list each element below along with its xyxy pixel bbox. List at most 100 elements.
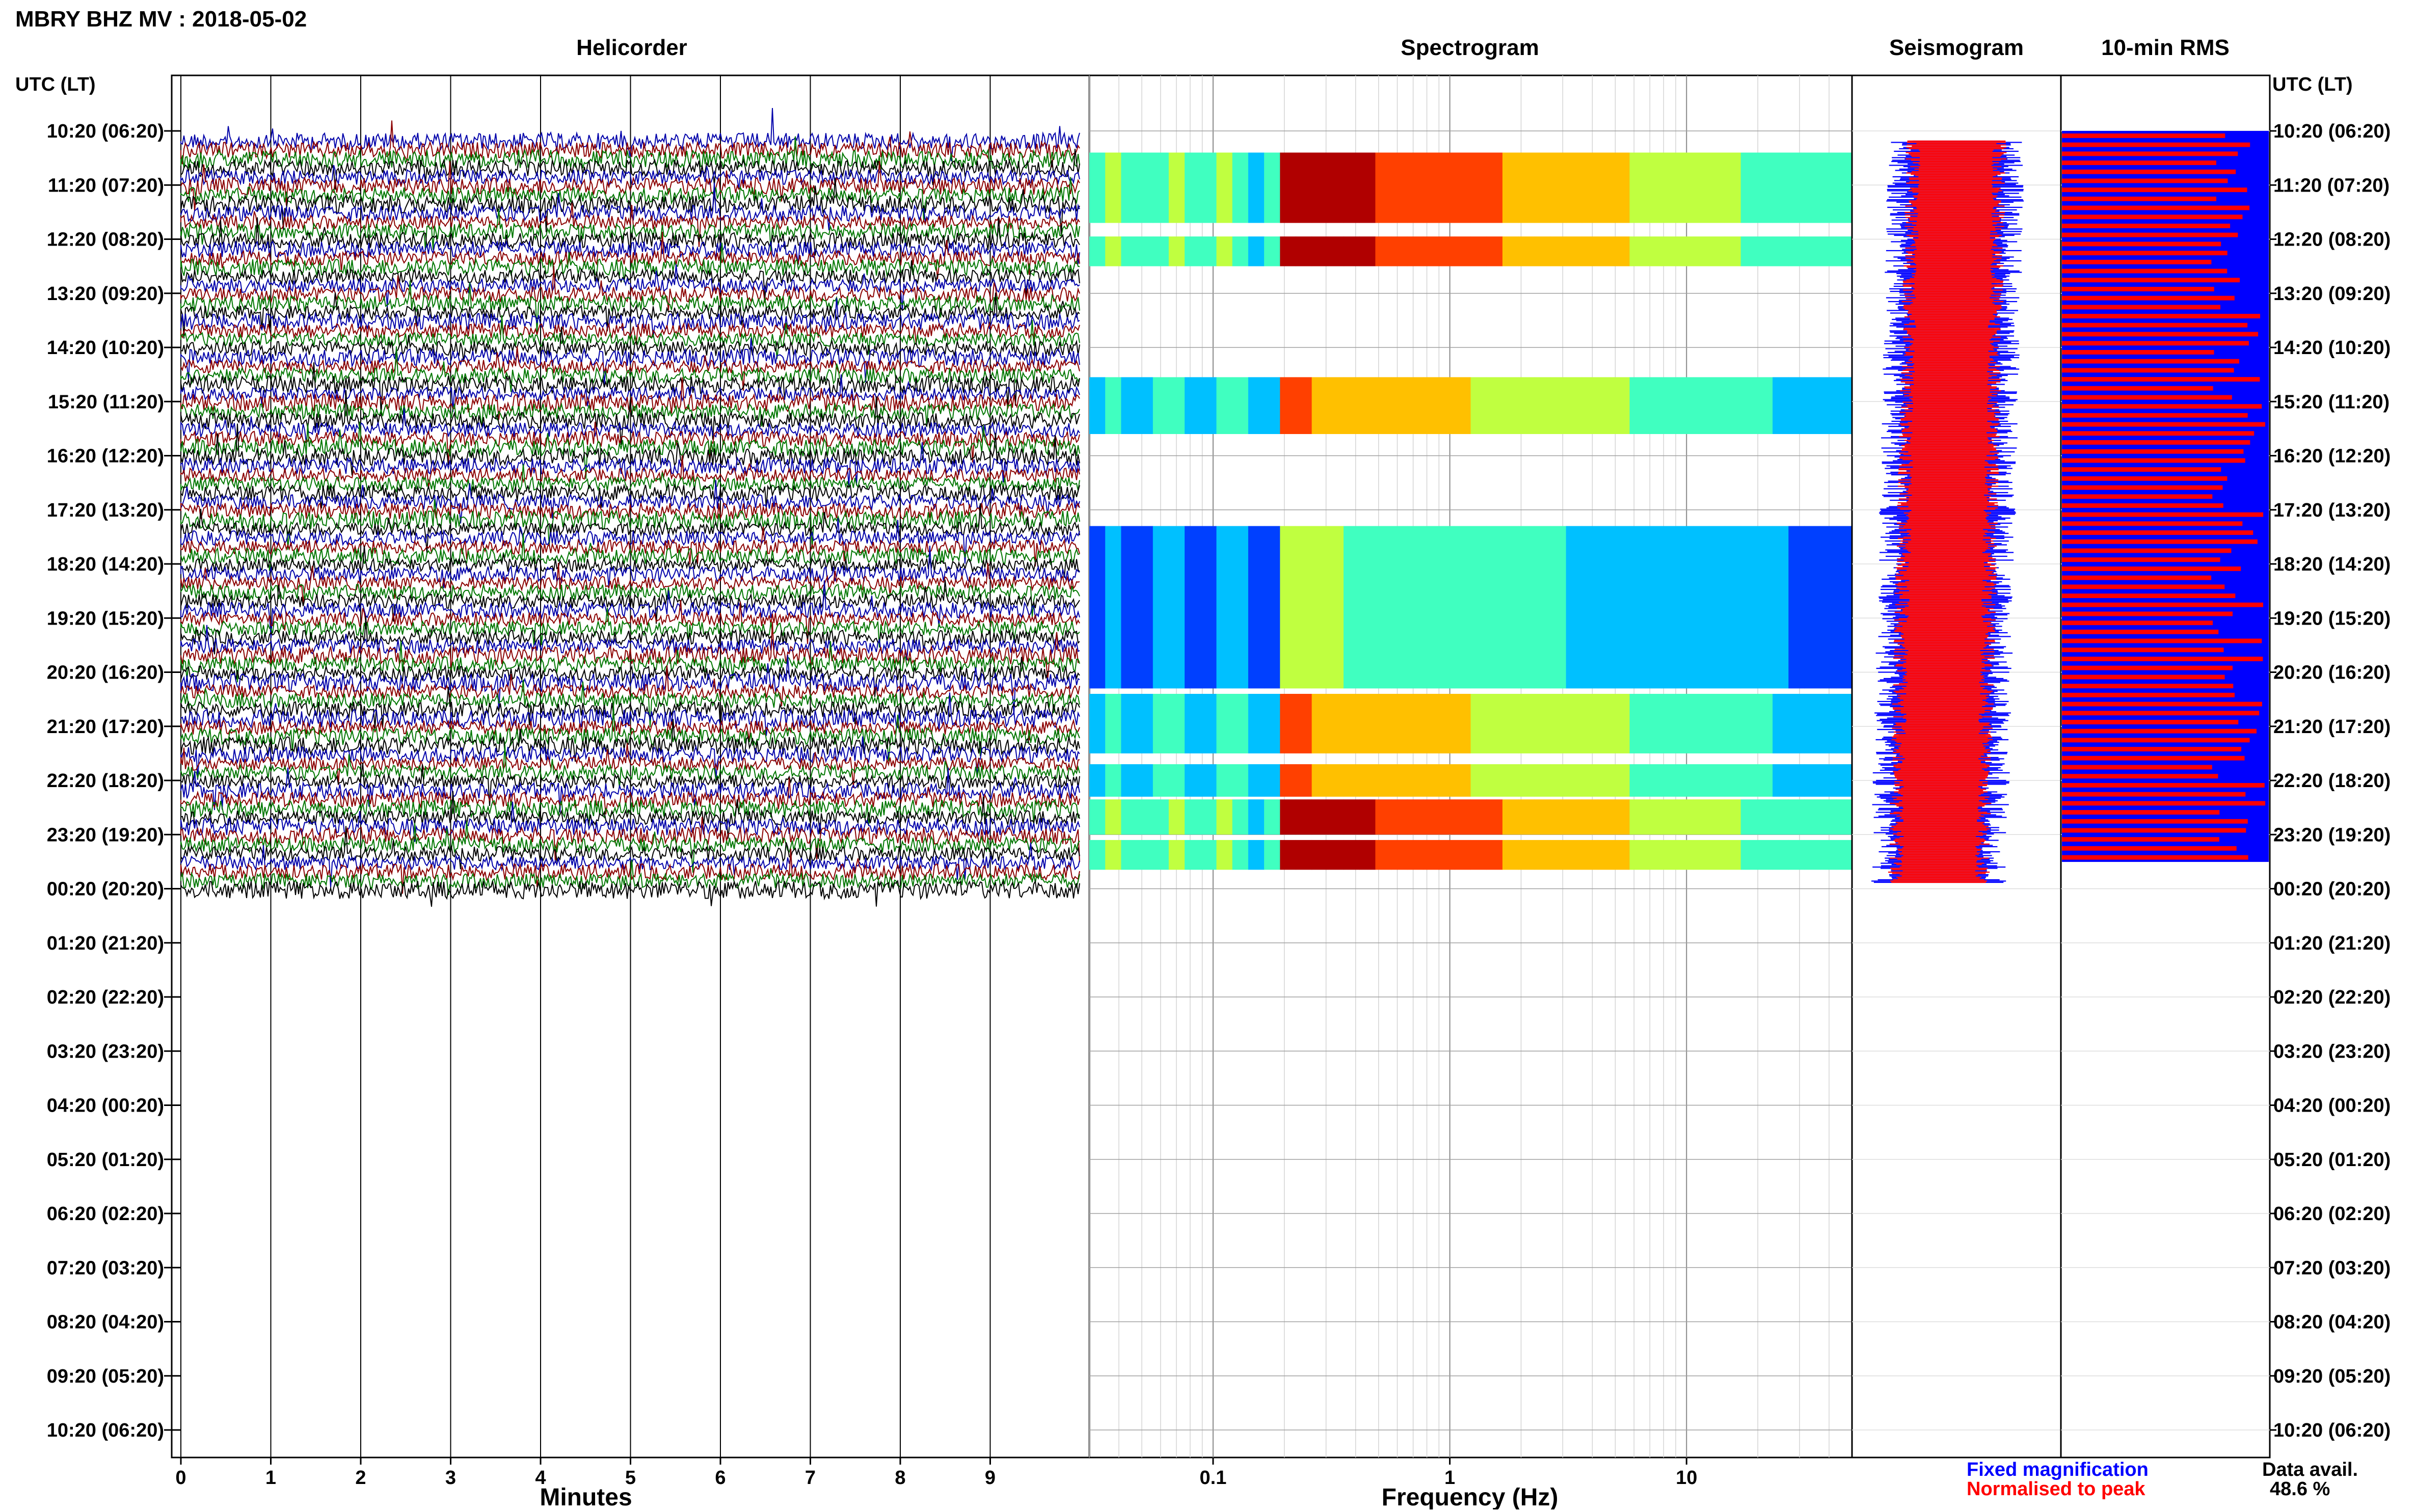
- spectrogram-cell: [1375, 526, 1392, 689]
- spectrogram-cell: [1836, 694, 1853, 753]
- spectrogram-cell: [1725, 764, 1741, 797]
- legend-fixed: Fixed magnification: [1967, 1459, 2149, 1480]
- spectrogram-cell: [1264, 764, 1280, 797]
- spectrogram-cell: [1375, 799, 1392, 835]
- spectrogram-cell: [1661, 152, 1678, 223]
- spectrogram-cell: [1756, 236, 1773, 266]
- rms-normalised-bar: [2062, 738, 2250, 743]
- spectrogram-cell: [1152, 236, 1169, 266]
- spectrogram-cell: [1248, 840, 1265, 870]
- spectrogram-cell: [1280, 152, 1296, 223]
- spectrogram-cell: [1311, 526, 1328, 689]
- time-tick-label-right: 16:20 (12:20): [2273, 446, 2391, 467]
- spectrogram-cell: [1725, 526, 1741, 689]
- spectrogram-cell: [1344, 236, 1360, 266]
- spectrogram-cell: [1550, 152, 1567, 223]
- rms-normalised-bar: [2062, 368, 2234, 373]
- spectrogram-cell: [1645, 799, 1662, 835]
- spectrogram-cell: [1581, 152, 1598, 223]
- spectrogram-cell: [1168, 694, 1185, 753]
- spectrogram-cell: [1486, 236, 1503, 266]
- time-tick-label-left: 03:20 (23:20): [47, 1041, 164, 1062]
- data-availability-value: 48.6 %: [2270, 1478, 2330, 1500]
- time-tick-label-right: 22:20 (18:20): [2273, 770, 2391, 792]
- spectrogram-cell: [1216, 377, 1233, 434]
- spectrogram-cell: [1645, 840, 1662, 870]
- spectrogram-cell: [1836, 764, 1853, 797]
- spectrogram-cell: [1264, 236, 1280, 266]
- spectrogram-cell: [1645, 526, 1662, 689]
- spectrogram-cell: [1439, 152, 1455, 223]
- spectrogram-cell: [1709, 799, 1725, 835]
- spectrogram-cell: [1121, 694, 1138, 753]
- rms-normalised-bar: [2062, 692, 2235, 697]
- spectrogram-cell: [1566, 694, 1582, 753]
- spectrogram-cell: [1327, 840, 1344, 870]
- rms-normalised-bar: [2062, 295, 2235, 301]
- spectrogram-cell: [1804, 764, 1821, 797]
- spectrogram-cell: [1232, 764, 1249, 797]
- spectrogram-cell: [1216, 840, 1233, 870]
- helicorder-title: Helicorder: [576, 35, 687, 60]
- time-tick-label-left: 20:20 (16:20): [47, 662, 164, 684]
- rms-normalised-bar: [2062, 350, 2214, 355]
- spectrogram-cell: [1470, 526, 1487, 689]
- time-tick-label-left: 22:20 (18:20): [47, 770, 164, 792]
- spectrogram-cell: [1534, 526, 1550, 689]
- time-tick-label-left: 06:20 (02:20): [47, 1203, 164, 1225]
- minute-tick-label: 6: [715, 1467, 726, 1489]
- data-availability-label: Data avail.: [2262, 1459, 2358, 1480]
- spectrogram-cell: [1820, 377, 1837, 434]
- time-tick-label-right: 04:20 (00:20): [2273, 1095, 2391, 1117]
- spectrogram-cell: [1550, 840, 1567, 870]
- spectrogram-cell: [1455, 840, 1471, 870]
- spectrogram-cell: [1248, 526, 1265, 689]
- spectrogram-cell: [1598, 764, 1614, 797]
- spectrogram-cell: [1661, 236, 1678, 266]
- spectrogram-cell: [1280, 799, 1296, 835]
- spectrogram-cell: [1756, 377, 1773, 434]
- spectrogram-cell: [1486, 799, 1503, 835]
- spectrogram-cell: [1661, 526, 1678, 689]
- spectrogram-cell: [1773, 764, 1789, 797]
- spectrogram-cell: [1836, 526, 1853, 689]
- rms-normalised-bar: [2062, 855, 2248, 860]
- time-tick-label-left: 21:20 (17:20): [47, 716, 164, 738]
- spectrogram-cell: [1566, 526, 1582, 689]
- spectrogram-cell: [1359, 840, 1376, 870]
- spectrogram-cell: [1232, 526, 1249, 689]
- time-tick-label-right: 03:20 (23:20): [2273, 1041, 2391, 1062]
- spectrogram-cell: [1725, 694, 1741, 753]
- spectrogram-cell: [1614, 840, 1630, 870]
- spectrogram-cell: [1185, 694, 1201, 753]
- spectrogram-cell: [1756, 764, 1773, 797]
- spectrogram-cell: [1677, 152, 1694, 223]
- spectrogram-cell: [1693, 377, 1709, 434]
- spectrogram-cell: [1614, 152, 1630, 223]
- spectrogram-cell: [1137, 236, 1153, 266]
- spectrogram-cell: [1645, 236, 1662, 266]
- spectrogram-cell: [1455, 799, 1471, 835]
- spectrogram-cell: [1836, 377, 1853, 434]
- spectrogram-cell: [1709, 377, 1725, 434]
- spectrogram-cell: [1375, 694, 1392, 753]
- spectrogram-cell: [1280, 236, 1296, 266]
- spectrogram-cell: [1645, 764, 1662, 797]
- spectrogram-cell: [1311, 764, 1328, 797]
- rms-normalised-bar: [2062, 774, 2218, 779]
- spectrogram-cell: [1486, 377, 1503, 434]
- spectrogram-cell: [1614, 764, 1630, 797]
- spectrogram-cell: [1391, 799, 1408, 835]
- spectrogram-cell: [1598, 840, 1614, 870]
- rms-normalised-bar: [2062, 828, 2246, 833]
- rms-normalised-bar: [2062, 386, 2213, 391]
- spectrogram-cell: [1216, 236, 1233, 266]
- spectrogram-cell: [1518, 694, 1535, 753]
- time-tick-label-left: 01:20 (21:20): [47, 933, 164, 954]
- rms-bars: [2062, 131, 2269, 862]
- spectrogram-cell: [1296, 236, 1312, 266]
- spectrogram-cell: [1534, 694, 1550, 753]
- rms-normalised-bar: [2062, 422, 2265, 427]
- spectrogram-cell: [1661, 764, 1678, 797]
- spectrogram-cell: [1756, 526, 1773, 689]
